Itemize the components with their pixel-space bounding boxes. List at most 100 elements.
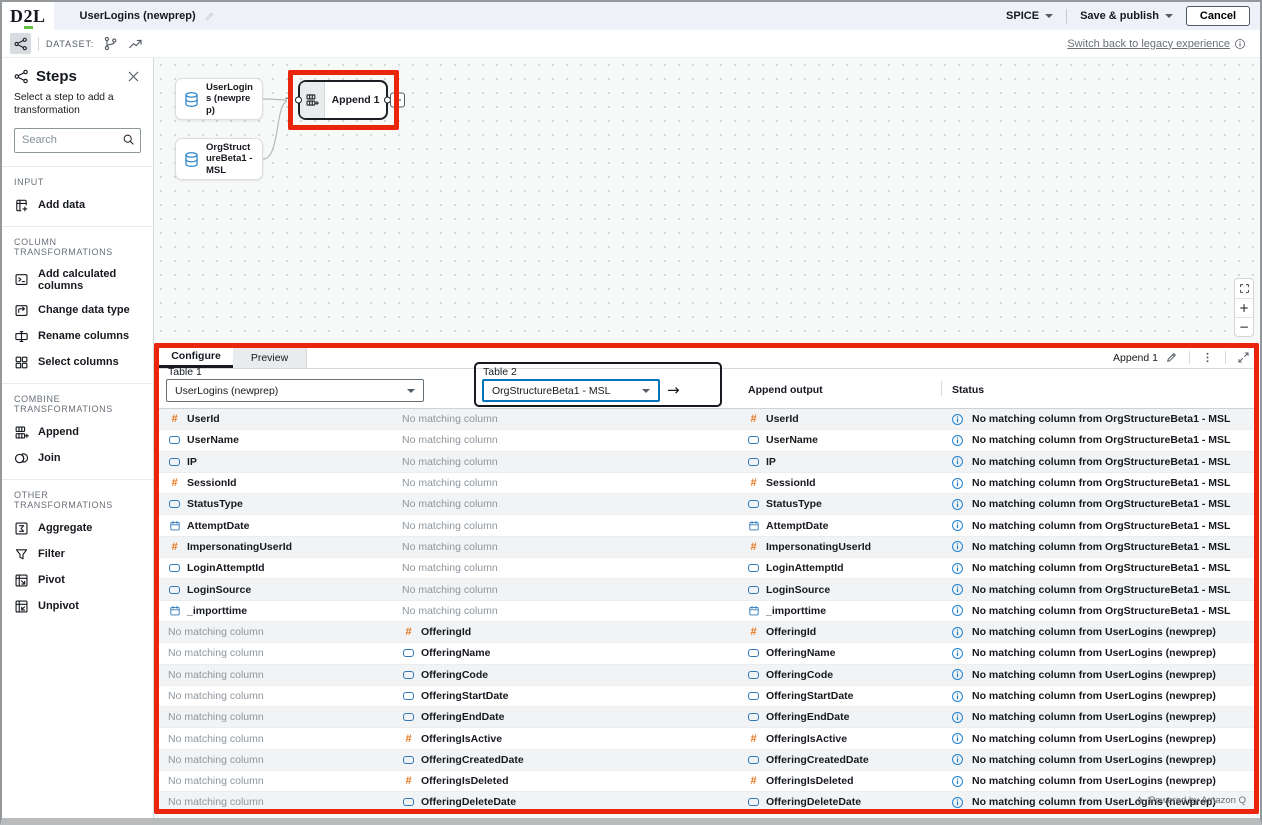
status-cell: No matching column from OrgStructureBeta…	[949, 434, 1254, 447]
tab-preview[interactable]: Preview	[233, 347, 307, 368]
string-type-icon	[747, 436, 760, 444]
info-icon[interactable]	[951, 434, 964, 447]
powered-by-badge: Powered by Amazon Q	[1134, 795, 1246, 806]
table2-cell: OfferingCreatedDate	[402, 754, 747, 766]
info-icon[interactable]	[951, 583, 964, 596]
legacy-experience-link[interactable]: Switch back to legacy experience	[1067, 38, 1252, 50]
amazon-q-icon	[1134, 795, 1145, 806]
zoom-in-button[interactable]: +	[1235, 298, 1253, 317]
table2-cell: #OfferingIsActive	[402, 733, 747, 745]
string-type-icon	[747, 671, 760, 679]
column-name: UserId	[766, 413, 799, 425]
column-name: OfferingIsDeleted	[766, 775, 854, 787]
info-icon[interactable]	[951, 647, 964, 660]
mapping-row: No matching columnOfferingCodeOfferingCo…	[159, 665, 1254, 686]
cancel-button[interactable]: Cancel	[1186, 6, 1250, 26]
chevron-down-icon	[407, 389, 415, 393]
node-orgstructure[interactable]: OrgStructureBeta1 - MSL	[175, 138, 263, 180]
info-icon[interactable]	[951, 775, 964, 788]
no-matching-column-label: No matching column	[168, 796, 264, 808]
int-type-icon: #	[747, 775, 760, 787]
sidebar-item-unpivot[interactable]: Unpivot	[14, 599, 141, 614]
info-icon[interactable]	[951, 562, 964, 575]
chevron-down-icon	[1165, 14, 1173, 18]
input-port[interactable]	[295, 97, 302, 104]
sidebar-item-add-calculated-columns[interactable]: Add calculated columns	[14, 268, 141, 292]
info-icon[interactable]	[951, 604, 964, 617]
save-publish-button[interactable]: Save & publish	[1080, 10, 1173, 22]
edit-step-name-icon[interactable]	[1165, 351, 1178, 364]
info-icon[interactable]	[951, 732, 964, 745]
sidebar-item-aggregate[interactable]: Aggregate	[14, 521, 141, 536]
table2-cell: No matching column	[402, 434, 747, 446]
zoom-out-button[interactable]: −	[1235, 317, 1253, 336]
table2-select[interactable]: OrgStructureBeta1 - MSL	[482, 379, 660, 402]
sidebar-item-append[interactable]: Append	[14, 425, 141, 440]
status-text: No matching column from OrgStructureBeta…	[972, 456, 1230, 468]
status-cell: No matching column from UserLogins (newp…	[949, 626, 1254, 639]
sidebar-item-pivot[interactable]: Pivot	[14, 573, 141, 588]
edit-title-icon[interactable]	[204, 11, 215, 22]
more-options-icon[interactable]	[1201, 351, 1214, 364]
sidebar-item-rename-columns[interactable]: Rename columns	[14, 329, 141, 344]
sidebar-item-label: Filter	[38, 548, 65, 560]
table1-cell: LoginSource	[159, 584, 402, 596]
info-icon[interactable]	[951, 690, 964, 703]
append-icon	[305, 93, 319, 107]
status-cell: No matching column from OrgStructureBeta…	[949, 455, 1254, 468]
spice-menu[interactable]: SPICE	[1006, 10, 1053, 22]
sidebar-title: Steps	[36, 68, 77, 85]
lineage-icon[interactable]	[103, 36, 118, 51]
sidebar-item-change-data-type[interactable]: Change data type	[14, 303, 141, 318]
status-text: No matching column from UserLogins (newp…	[972, 647, 1216, 659]
node-append-1[interactable]: → Append 1 +	[298, 80, 388, 120]
info-icon[interactable]	[951, 498, 964, 511]
table2-cell: #OfferingIsDeleted	[402, 775, 747, 787]
table1-cell: IP	[159, 456, 402, 468]
expand-panel-icon[interactable]	[1237, 351, 1250, 364]
add-step-button[interactable]: +	[390, 93, 405, 108]
fit-to-screen-button[interactable]	[1235, 279, 1253, 298]
status-cell: No matching column from OrgStructureBeta…	[949, 562, 1254, 575]
column-name: OfferingCreatedDate	[766, 754, 869, 766]
database-icon	[183, 91, 200, 108]
no-matching-column-label: No matching column	[168, 669, 264, 681]
info-icon[interactable]	[951, 477, 964, 490]
divider	[941, 381, 942, 396]
info-icon[interactable]	[951, 455, 964, 468]
table1-select[interactable]: UserLogins (newprep)	[166, 379, 424, 402]
analyze-icon[interactable]	[128, 36, 143, 51]
column-name: AttemptDate	[187, 520, 249, 532]
chevron-down-icon	[642, 389, 650, 393]
info-icon[interactable]	[951, 753, 964, 766]
tab-configure[interactable]: Configure	[159, 347, 233, 368]
table2-cell: No matching column	[402, 541, 747, 553]
canvas-zoom-controls: + −	[1234, 278, 1254, 337]
table2-cell: No matching column	[402, 605, 747, 617]
string-type-icon	[168, 436, 181, 444]
close-icon[interactable]	[126, 69, 141, 84]
append-output-cell: AttemptDate	[747, 520, 949, 532]
sidebar-item-add-data[interactable]: Add data	[14, 198, 141, 213]
string-type-icon	[168, 564, 181, 572]
info-icon[interactable]	[951, 626, 964, 639]
append-output-cell: IP	[747, 456, 949, 468]
unpivot-icon	[14, 599, 29, 614]
info-icon[interactable]	[951, 519, 964, 532]
info-icon[interactable]	[951, 540, 964, 553]
flow-view-button[interactable]	[10, 33, 31, 54]
info-icon[interactable]	[951, 711, 964, 724]
info-icon[interactable]	[951, 668, 964, 681]
status-text: No matching column from UserLogins (newp…	[972, 775, 1216, 787]
sidebar-item-select-columns[interactable]: Select columns	[14, 355, 141, 370]
string-type-icon	[402, 798, 415, 806]
column-name: OfferingCode	[766, 669, 833, 681]
node-userlogins[interactable]: UserLogins (newprep)	[175, 78, 263, 120]
info-icon[interactable]	[951, 413, 964, 426]
sidebar-item-join[interactable]: Join	[14, 451, 141, 466]
sidebar-item-filter[interactable]: Filter	[14, 547, 141, 562]
table1-cell: No matching column	[159, 796, 402, 808]
info-icon[interactable]	[951, 796, 964, 809]
string-type-icon	[747, 713, 760, 721]
table1-cell: #SessionId	[159, 477, 402, 489]
